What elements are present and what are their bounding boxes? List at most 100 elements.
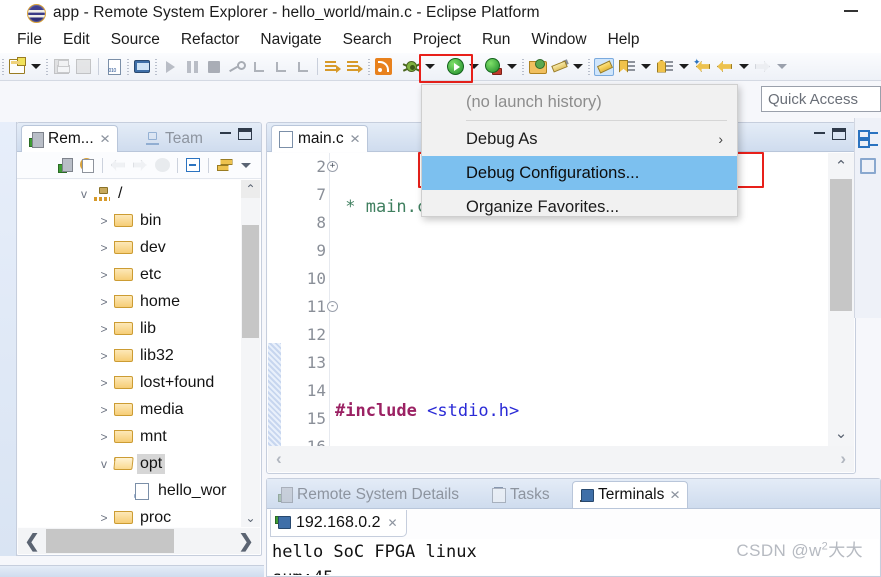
previous-annotation-arrow[interactable] [676,56,692,78]
open-type-icon[interactable] [548,56,570,78]
quick-access-input[interactable]: Quick Access [761,86,881,112]
tree-row-dev[interactable]: > dev [18,234,260,261]
run-icon[interactable] [444,56,466,78]
scroll-up-icon[interactable]: ⌃ [241,180,260,198]
menu-source[interactable]: Source [110,30,161,50]
terminal-tab-192-168-0-2[interactable]: 192.168.0.2 ✕ [270,510,407,537]
menu-item-debug-as[interactable]: Debug As › [422,122,737,156]
tree-row-root[interactable]: v / [18,180,260,207]
back-arrow[interactable] [736,56,752,78]
close-icon[interactable]: ✕ [388,516,398,530]
scroll-left-icon[interactable]: ‹ [276,449,282,469]
save-all-icon[interactable] [72,56,94,78]
tree-row-media[interactable]: > media [18,396,260,423]
outline-view-icon[interactable] [858,130,878,148]
link-with-editor-icon[interactable] [213,155,235,176]
twisty-icon[interactable]: v [94,457,114,471]
menu-item-organize-favorites[interactable]: Organize Favorites... [422,190,737,224]
tree-row-mnt[interactable]: > mnt [18,423,260,450]
twisty-icon[interactable]: > [94,295,114,309]
terminate-icon[interactable] [203,56,225,78]
forward-icon[interactable] [752,56,774,78]
editor-vertical-scrollbar[interactable]: ⌃ ⌄ [828,153,854,446]
scrollbar-thumb[interactable] [830,179,852,311]
scrollbar-thumb[interactable] [242,225,259,338]
collapse-all-icon[interactable] [182,155,204,176]
editor-marker-gutter[interactable] [268,153,282,446]
back-icon[interactable] [714,56,736,78]
menu-refactor[interactable]: Refactor [180,30,241,50]
tree-row-proc[interactable]: > proc [18,504,260,527]
home-icon[interactable] [151,155,173,176]
new-wizard-icon[interactable] [6,56,28,78]
minimize-view-button[interactable] [220,132,231,134]
external-tools-icon[interactable] [526,56,548,78]
tree-row-lib32[interactable]: > lib32 [18,342,260,369]
last-edit-location-icon[interactable] [592,56,616,78]
tree-row-opt[interactable]: v opt [18,450,260,477]
suspend-icon[interactable] [181,56,203,78]
step-over-icon[interactable] [247,56,269,78]
twisty-icon[interactable]: > [94,322,114,336]
scrollbar-thumb[interactable] [46,529,174,553]
terminal-output[interactable]: hello SoC FPGA linux sum:45 [268,539,879,575]
save-icon[interactable] [50,56,72,78]
forward-arrow[interactable] [774,56,790,78]
menu-window[interactable]: Window [530,30,587,50]
new-dropdown-arrow[interactable] [28,56,44,78]
maximize-editor-button[interactable] [832,128,846,140]
tree-vertical-scrollbar[interactable]: ⌃ ⌄ [241,180,260,527]
tree-row-hello-world[interactable]: 01 hello_wor [18,477,260,504]
twisty-icon[interactable]: > [94,349,114,363]
close-icon[interactable]: ✕ [99,132,110,146]
copy-view-icon[interactable] [860,158,876,174]
menu-edit[interactable]: Edit [62,30,91,50]
close-icon[interactable]: ✕ [670,488,681,502]
menu-run[interactable]: Run [481,30,511,50]
maximize-view-button[interactable] [238,128,252,140]
navigate-forward-icon[interactable] [129,155,151,176]
twisty-icon[interactable]: > [94,376,114,390]
tree-row-lib[interactable]: > lib [18,315,260,342]
new-connection-icon[interactable] [54,155,76,176]
scroll-right-icon[interactable]: ❯ [232,531,260,552]
tab-remote-system-details[interactable]: Remote System Details [271,481,466,508]
tree-row-home[interactable]: > home [18,288,260,315]
twisty-icon[interactable]: > [94,214,114,228]
build-icon[interactable] [103,56,125,78]
instruction-stepping-icon[interactable] [344,56,366,78]
run-dropdown-arrow[interactable] [466,56,482,78]
twisty-icon[interactable]: > [94,241,114,255]
menu-navigate[interactable]: Navigate [259,30,322,50]
tab-remote-systems[interactable]: Rem... ✕ [21,125,118,152]
run-history-dropdown-arrow[interactable] [504,56,520,78]
minimize-button[interactable] [844,10,858,12]
step-into-icon[interactable] [225,56,247,78]
twisty-icon[interactable]: > [94,430,114,444]
tab-tasks[interactable]: Tasks [485,481,557,508]
scroll-left-icon[interactable]: ❮ [18,531,46,552]
scroll-up-icon[interactable]: ⌃ [828,153,854,179]
minimize-editor-button[interactable] [814,132,825,134]
twisty-icon[interactable]: v [74,187,94,201]
resume-icon[interactable] [159,56,181,78]
open-console-icon[interactable] [131,56,153,78]
twisty-icon[interactable]: > [94,403,114,417]
scroll-down-icon[interactable]: ⌄ [241,509,260,527]
tree-horizontal-scrollbar[interactable]: ❮ ❯ [18,528,260,554]
external-tools-dropdown-arrow[interactable] [570,56,586,78]
tree-row-lost-found[interactable]: > lost+found [18,369,260,396]
remote-file-tree[interactable]: v / > bin > dev > etc > home > lib > lib… [18,180,260,527]
tree-row-bin[interactable]: > bin [18,207,260,234]
back-star-icon[interactable]: ✦ [692,56,714,78]
step-return-icon[interactable] [269,56,291,78]
menu-file[interactable]: File [16,30,43,50]
next-annotation-icon[interactable] [616,56,638,78]
view-menu-icon[interactable] [235,155,257,176]
tab-team[interactable]: Team [139,125,210,152]
menu-item-debug-configurations[interactable]: Debug Configurations... [422,156,737,190]
scroll-right-icon[interactable]: › [840,449,846,469]
refresh-icon[interactable] [76,155,98,176]
menu-search[interactable]: Search [342,30,393,50]
debug-icon[interactable] [400,56,422,78]
